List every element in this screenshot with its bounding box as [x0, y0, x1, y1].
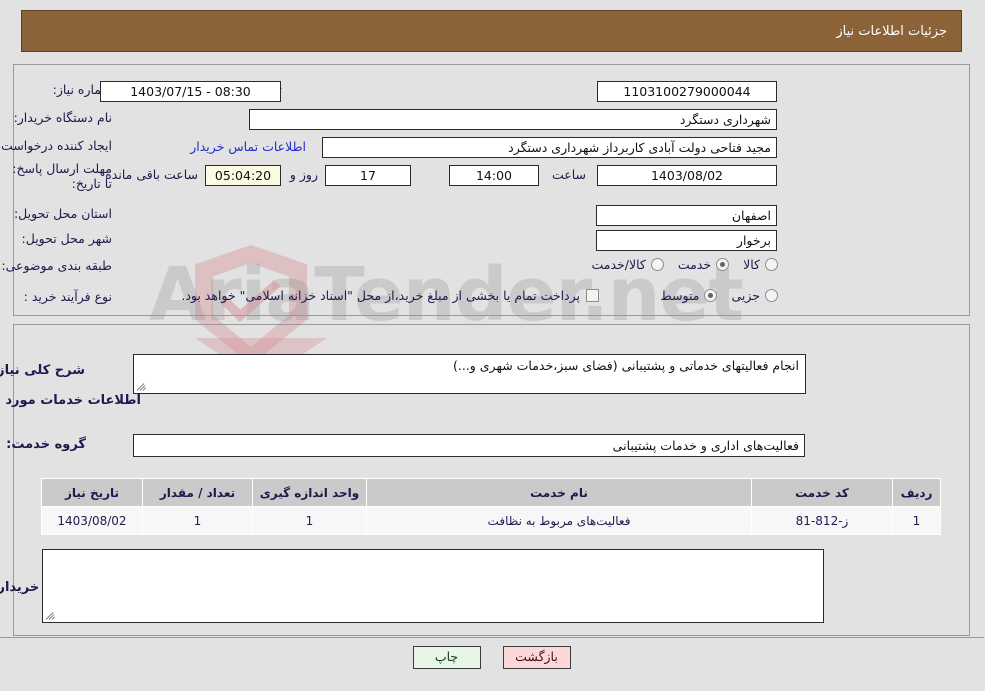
cell-quantity: 1	[143, 506, 254, 535]
cell-service-name: فعالیت‌های مربوط به نظافت	[367, 506, 753, 535]
field-province-label-wrap: استان محل تحویل:	[15, 206, 113, 221]
services-table-wrap: ردیف کد خدمت نام خدمت واحد اندازه گیری ت…	[42, 478, 942, 535]
radio-category-2-label: کالا/خدمت	[592, 257, 647, 272]
field-buyer-contact-link-wrap: اطلاعات تماس خریدار	[191, 139, 307, 154]
field-buyer-org-label-wrap: نام دستگاه خریدار:	[15, 110, 113, 125]
time-remaining-label: ساعت باقی مانده	[106, 167, 199, 182]
buyer-org-label: نام دستگاه خریدار:	[14, 110, 113, 125]
description-textarea[interactable]: انجام فعالیتهای خدماتی و پشتیبانی (فضای …	[134, 354, 807, 394]
field-province: اصفهان	[597, 205, 778, 226]
field-deadline-date: 1403/08/02	[598, 165, 778, 186]
field-need-number: 1103100279000044	[598, 81, 778, 102]
requester-label: ایجاد کننده درخواست:	[0, 138, 113, 153]
footer-button-bar: بازگشت چاپ	[0, 646, 985, 669]
buyer-org-value[interactable]: شهرداری دستگرد	[250, 109, 778, 130]
category-radio-group: کالا خدمت کالا/خدمت	[578, 257, 779, 272]
process-label: نوع فرآیند خرید :	[24, 289, 113, 304]
radio-category-0-label: کالا	[744, 257, 761, 272]
days-and-label: روز و	[290, 167, 319, 182]
buyer-comments-textarea[interactable]	[43, 549, 825, 623]
hour-label-wrap: ساعت	[553, 167, 587, 182]
description-value: انجام فعالیتهای خدماتی و پشتیبانی (فضای …	[453, 358, 800, 373]
service-group-value[interactable]: فعالیت‌های اداری و خدمات پشتیبانی	[134, 434, 806, 457]
page-title-bar: جزئیات اطلاعات نیاز	[22, 10, 963, 52]
radio-process-0[interactable]	[766, 289, 779, 302]
col-service-name: نام خدمت	[367, 478, 753, 507]
services-table: ردیف کد خدمت نام خدمت واحد اندازه گیری ت…	[42, 478, 942, 535]
radio-category-1-label: خدمت	[678, 257, 713, 272]
days-remaining-value[interactable]: 17	[326, 165, 412, 186]
time-remaining-label-wrap: ساعت باقی مانده	[106, 167, 199, 182]
province-label: استان محل تحویل:	[14, 206, 113, 221]
services-section-title: اطلاعات خدمات مورد نیاز	[0, 393, 142, 408]
back-button[interactable]: بازگشت	[503, 646, 572, 669]
process-radio-group: جزیی متوسط	[647, 288, 779, 303]
table-row: 1 ز-812-81 فعالیت‌های مربوط به نظافت 1 1…	[42, 506, 942, 535]
buyer-contact-link[interactable]: اطلاعات تماس خریدار	[191, 139, 307, 154]
public-announce-value[interactable]: 1403/07/15 - 08:30	[101, 81, 282, 102]
table-header-row: ردیف کد خدمت نام خدمت واحد اندازه گیری ت…	[42, 478, 942, 507]
col-need-date: تاریخ نیاز	[42, 478, 144, 507]
field-deadline-time: 14:00	[450, 165, 540, 186]
cell-need-date: 1403/08/02	[42, 506, 144, 535]
field-requester-label-wrap: ایجاد کننده درخواست:	[0, 138, 113, 153]
service-group-label-wrap: گروه خدمت:	[7, 437, 87, 452]
field-days-remaining: 17	[326, 165, 412, 186]
field-city: برخوار	[597, 230, 778, 251]
city-label: شهر محل تحویل:	[22, 231, 113, 246]
field-requester: مجید فتاحی دولت آبادی کاربرداز شهرداری د…	[323, 137, 778, 158]
days-and-label-wrap: روز و	[291, 167, 319, 182]
radio-category-2[interactable]	[651, 258, 665, 271]
footer-divider	[0, 637, 985, 638]
hour-label: ساعت	[552, 167, 587, 182]
resize-grip-icon-2[interactable]	[46, 609, 58, 621]
col-quantity: تعداد / مقدار	[143, 478, 254, 507]
service-group-label: گروه خدمت:	[7, 437, 87, 452]
col-unit: واحد اندازه گیری	[253, 478, 368, 507]
time-remaining-value[interactable]: 05:04:20	[206, 165, 282, 186]
radio-process-1[interactable]	[705, 289, 719, 302]
field-process-label-wrap: نوع فرآیند خرید :	[25, 289, 113, 304]
description-label-wrap: شرح کلی نیاز:	[0, 363, 86, 378]
radio-category-0[interactable]	[766, 258, 779, 271]
field-city-label-wrap: شهر محل تحویل:	[23, 231, 113, 246]
col-service-code: کد خدمت	[752, 478, 894, 507]
cell-row-no: 1	[893, 506, 942, 535]
field-time-remaining: 05:04:20	[206, 165, 282, 186]
deadline-date-value[interactable]: 1403/08/02	[598, 165, 778, 186]
city-value[interactable]: برخوار	[597, 230, 778, 251]
resize-grip-icon[interactable]	[137, 380, 149, 392]
treasury-checkbox-row: پرداخت تمام یا بخشی از مبلغ خرید،از محل …	[182, 288, 600, 303]
radio-process-1-label: متوسط	[661, 288, 701, 303]
need-number-value[interactable]: 1103100279000044	[598, 81, 778, 102]
radio-category-1[interactable]	[717, 258, 731, 271]
requester-value[interactable]: مجید فتاحی دولت آبادی کاربرداز شهرداری د…	[323, 137, 778, 158]
description-label: شرح کلی نیاز:	[0, 363, 86, 378]
treasury-checkbox[interactable]	[587, 289, 600, 302]
category-label: طبقه بندی موضوعی:	[2, 258, 113, 273]
cell-service-code: ز-812-81	[752, 506, 894, 535]
deadline-time-value[interactable]: 14:00	[450, 165, 540, 186]
field-public-announce: 1403/07/15 - 08:30	[101, 81, 282, 102]
cell-unit: 1	[253, 506, 368, 535]
col-row-no: ردیف	[893, 478, 942, 507]
field-service-group: فعالیت‌های اداری و خدمات پشتیبانی	[134, 434, 806, 457]
treasury-checkbox-label: پرداخت تمام یا بخشی از مبلغ خرید،از محل …	[182, 288, 581, 303]
print-button[interactable]: چاپ	[413, 646, 482, 669]
page-title: جزئیات اطلاعات نیاز	[837, 23, 948, 39]
field-deadline-label-wrap: مهلت ارسال پاسخ: تا تاریخ:	[8, 161, 113, 191]
province-value[interactable]: اصفهان	[597, 205, 778, 226]
field-category-label-wrap: طبقه بندی موضوعی:	[2, 258, 113, 273]
radio-process-0-label: جزیی	[732, 288, 761, 303]
deadline-label: مهلت ارسال پاسخ: تا تاریخ:	[13, 161, 113, 191]
field-buyer-org: شهرداری دستگرد	[250, 109, 778, 130]
